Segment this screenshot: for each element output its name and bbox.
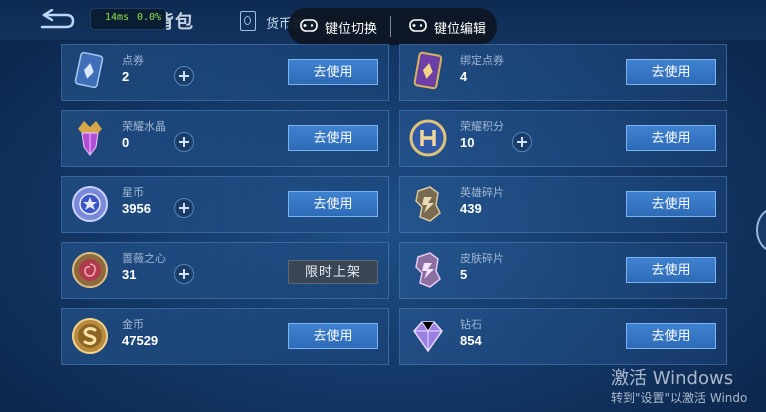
currency-name: 皮肤碎片 <box>460 252 504 265</box>
currency-name: 荣耀积分 <box>460 120 504 133</box>
currency-count: 47529 <box>122 333 159 348</box>
currency-name: 钻石 <box>460 318 482 331</box>
currency-card-rose-heart: 蔷薇之心 31 限时上架 <box>61 242 389 299</box>
currency-name: 金币 <box>122 318 144 331</box>
loss-readout: 0.0% <box>137 12 162 23</box>
key-mapping-bar: 键位切换 键位编辑 <box>288 8 497 45</box>
currency-name: 英雄碎片 <box>460 186 504 199</box>
currency-count: 2 <box>122 69 130 84</box>
hero-fragment-icon <box>415 186 441 222</box>
currency-card-voucher: 点券 2 去使用 <box>61 44 389 101</box>
currency-name: 蔷薇之心 <box>122 252 166 265</box>
currency-count: 5 <box>460 267 468 282</box>
use-button[interactable]: 去使用 <box>626 125 716 151</box>
currency-count: 3956 <box>122 201 151 216</box>
glory-points-icon <box>409 119 447 157</box>
back-arrow-icon[interactable] <box>36 9 76 31</box>
currency-count: 439 <box>460 201 482 216</box>
use-button[interactable]: 去使用 <box>288 125 378 151</box>
use-button[interactable]: 去使用 <box>288 191 378 217</box>
currency-name: 绑定点券 <box>460 54 504 67</box>
bound-voucher-icon <box>413 51 443 90</box>
currency-count: 0 <box>122 135 130 150</box>
add-icon[interactable] <box>174 198 194 218</box>
gamepad-icon <box>300 19 318 32</box>
use-button[interactable]: 去使用 <box>626 191 716 217</box>
glory-crystal-icon <box>78 121 102 156</box>
gamepad-icon <box>409 19 427 32</box>
currency-card-hero-fragment: 英雄碎片 439 去使用 <box>399 176 727 233</box>
currency-card-gold-coin: 金币 47529 去使用 <box>61 308 389 365</box>
perf-overlay: 14ms 0.0% <box>90 8 166 30</box>
add-icon[interactable] <box>512 132 532 152</box>
activation-watermark-title: 激活 Windows <box>611 368 734 389</box>
use-button[interactable]: 去使用 <box>626 59 716 85</box>
currency-name: 点券 <box>122 54 144 67</box>
currency-count: 4 <box>460 69 468 84</box>
key-switch-label: 键位切换 <box>325 22 378 37</box>
gold-coin-icon <box>72 318 108 354</box>
add-icon[interactable] <box>174 66 194 86</box>
currency-name: 星币 <box>122 186 144 199</box>
currency-count: 854 <box>460 333 482 348</box>
limited-time-button: 限时上架 <box>288 260 378 284</box>
currency-card-diamond: 钻石 854 去使用 <box>399 308 727 365</box>
diamond-icon <box>413 321 443 353</box>
add-icon[interactable] <box>174 264 194 284</box>
coin-flow-icon <box>240 11 256 31</box>
currency-card-bound-voucher: 绑定点券 4 去使用 <box>399 44 727 101</box>
currency-card-skin-fragment: 皮肤碎片 5 去使用 <box>399 242 727 299</box>
currency-count: 31 <box>122 267 137 282</box>
use-button[interactable]: 去使用 <box>626 323 716 349</box>
side-handle[interactable] <box>756 208 766 252</box>
add-icon[interactable] <box>174 132 194 152</box>
activation-watermark-hint: 转到"设置"以激活 Windo <box>611 391 748 405</box>
rose-heart-icon <box>72 252 108 288</box>
use-button[interactable]: 去使用 <box>626 257 716 283</box>
currency-card-star-coin: 星币 3956 去使用 <box>61 176 389 233</box>
latency-readout: 14ms <box>105 12 130 23</box>
currency-card-glory-crystal: 荣耀水晶 0 去使用 <box>61 110 389 167</box>
use-button[interactable]: 去使用 <box>288 323 378 349</box>
currency-name: 荣耀水晶 <box>122 120 166 133</box>
currency-card-glory-points: 荣耀积分 10 去使用 <box>399 110 727 167</box>
skin-fragment-icon <box>415 252 441 288</box>
star-coin-icon <box>72 186 108 222</box>
voucher-card-icon <box>74 51 104 89</box>
key-edit-label: 键位编辑 <box>434 22 487 37</box>
divider <box>390 16 391 37</box>
use-button[interactable]: 去使用 <box>288 59 378 85</box>
currency-count: 10 <box>460 135 475 150</box>
